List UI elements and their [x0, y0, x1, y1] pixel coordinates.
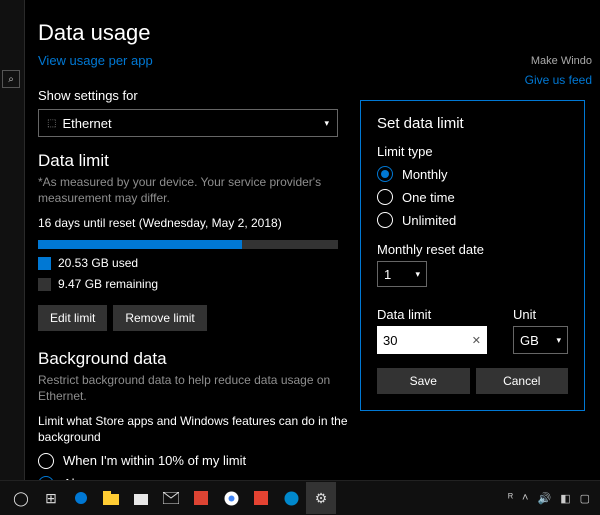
- task-view-icon[interactable]: ⊞: [36, 482, 66, 514]
- remaining-label: 9.47 GB remaining: [58, 277, 158, 291]
- measure-note: *As measured by your device. Your servic…: [38, 175, 338, 206]
- radio-icon: [377, 212, 393, 228]
- remaining-swatch: [38, 278, 51, 291]
- todoist-icon[interactable]: [246, 482, 276, 514]
- cancel-button[interactable]: Cancel: [476, 368, 569, 394]
- chevron-down-icon: ▾: [324, 118, 329, 129]
- telegram-icon[interactable]: [276, 482, 306, 514]
- limit-type-unlimited[interactable]: Unlimited: [377, 212, 568, 228]
- bg-limit-label: Limit what Store apps and Windows featur…: [38, 414, 358, 445]
- settings-sidebar-stub: ⌕: [0, 0, 25, 480]
- background-data-desc: Restrict background data to help reduce …: [38, 373, 358, 404]
- corner-links: Make Windo Give us feed: [525, 55, 592, 87]
- bg-option-label: When I'm within 10% of my limit: [63, 453, 246, 468]
- data-limit-value: 30: [383, 333, 397, 348]
- store-icon[interactable]: [126, 482, 156, 514]
- used-label: 20.53 GB used: [58, 256, 138, 270]
- unit-label: Unit: [513, 307, 568, 322]
- reset-date-value: 1: [384, 267, 391, 282]
- radio-icon: [377, 189, 393, 205]
- data-limit-label: Data limit: [377, 307, 503, 322]
- limit-type-option-label: Monthly: [402, 167, 448, 182]
- mail-icon[interactable]: [156, 482, 186, 514]
- wifi-icon[interactable]: ◧: [560, 492, 570, 505]
- taskbar: ◯ ⊞ ⚙ ᴿ ˄ 🔊 ◧ ▢: [0, 480, 600, 515]
- ethernet-icon: ⬚: [47, 118, 56, 129]
- edge-icon[interactable]: [66, 482, 96, 514]
- system-tray[interactable]: ᴿ ˄ 🔊 ◧ ▢: [508, 492, 590, 505]
- cortana-icon[interactable]: ◯: [6, 482, 36, 514]
- set-data-limit-dialog: Set data limit Limit type Monthly One ti…: [360, 100, 585, 411]
- unit-select[interactable]: GB ▾: [513, 326, 568, 354]
- tray-chevron-icon[interactable]: ᴿ: [508, 492, 513, 504]
- remove-limit-button[interactable]: Remove limit: [113, 305, 206, 331]
- network-select[interactable]: ⬚ Ethernet ▾: [38, 109, 338, 137]
- settings-icon[interactable]: ⚙: [306, 482, 336, 514]
- used-swatch: [38, 257, 51, 270]
- data-limit-input[interactable]: 30 ✕: [377, 326, 487, 354]
- radio-icon-selected: [377, 166, 393, 182]
- chevron-down-icon: ▾: [415, 269, 420, 280]
- network-select-value: Ethernet: [62, 116, 111, 131]
- volume-icon[interactable]: 🔊: [537, 492, 551, 505]
- limit-type-label: Limit type: [377, 144, 568, 159]
- usage-progress-fill: [38, 240, 242, 249]
- unit-value: GB: [520, 333, 539, 348]
- limit-type-monthly[interactable]: Monthly: [377, 166, 568, 182]
- feedback-link[interactable]: Give us feed: [525, 73, 592, 87]
- page-title: Data usage: [38, 20, 600, 46]
- app-icon[interactable]: [186, 482, 216, 514]
- tray-up-icon[interactable]: ˄: [522, 492, 528, 504]
- search-icon[interactable]: ⌕: [2, 70, 20, 88]
- chrome-icon[interactable]: [216, 482, 246, 514]
- chevron-down-icon: ▾: [556, 335, 561, 346]
- limit-type-onetime[interactable]: One time: [377, 189, 568, 205]
- usage-progress-bar: [38, 240, 338, 249]
- edit-limit-button[interactable]: Edit limit: [38, 305, 107, 331]
- clear-icon[interactable]: ✕: [472, 334, 481, 347]
- limit-type-option-label: Unlimited: [402, 213, 456, 228]
- bg-option-within[interactable]: When I'm within 10% of my limit: [38, 453, 600, 469]
- view-per-app-link[interactable]: View usage per app: [38, 53, 153, 68]
- activate-text: Make Windo: [525, 55, 592, 67]
- dialog-title: Set data limit: [377, 115, 568, 132]
- file-explorer-icon[interactable]: [96, 482, 126, 514]
- limit-type-option-label: One time: [402, 190, 455, 205]
- reset-date-label: Monthly reset date: [377, 242, 568, 257]
- reset-date-select[interactable]: 1 ▾: [377, 261, 427, 287]
- action-center-icon[interactable]: ▢: [580, 492, 590, 505]
- radio-icon: [38, 453, 54, 469]
- save-button[interactable]: Save: [377, 368, 470, 394]
